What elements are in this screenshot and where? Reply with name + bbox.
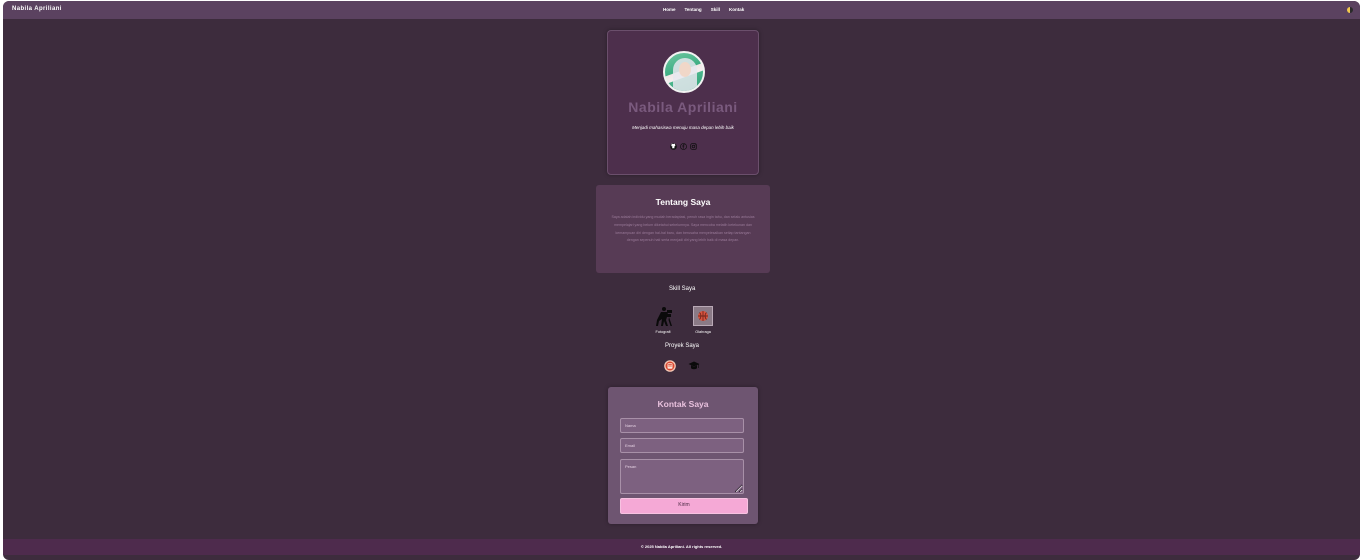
nav-kontak[interactable]: Kontak <box>729 7 744 12</box>
nav-home[interactable]: Home <box>663 7 676 12</box>
graduation-cap-icon[interactable] <box>688 359 700 371</box>
name-field[interactable] <box>620 418 744 433</box>
submit-button[interactable]: Kirim <box>620 498 748 514</box>
basketball-icon <box>693 306 713 326</box>
avatar <box>663 51 705 93</box>
facebook-icon[interactable] <box>680 143 687 150</box>
nav-skill[interactable]: Skill <box>711 7 720 12</box>
about-title: Tentang Saya <box>655 197 711 207</box>
github-icon[interactable] <box>670 143 677 150</box>
footer: © 2025 Nabila Apriliani. All rights rese… <box>3 539 1360 555</box>
brand-logo[interactable]: Nabila Apriliani <box>12 6 62 12</box>
camera-person-icon <box>653 306 673 326</box>
social-links <box>670 143 697 150</box>
skill-label: Fotografi <box>655 330 671 334</box>
email-field[interactable] <box>620 438 744 453</box>
skill-item: Fotografi <box>648 306 678 334</box>
profile-tagline: Menjadi mahasiswa menuju masa depan lebi… <box>632 125 734 130</box>
footer-text: © 2025 Nabila Apriliani. All rights rese… <box>640 544 723 549</box>
about-text: Saya adalah individu yang mudah beradapt… <box>611 215 755 243</box>
skill-label: Olahraga <box>695 330 711 334</box>
projects-title: Proyek Saya <box>665 343 700 349</box>
skill-item: Olahraga <box>688 306 718 334</box>
message-field[interactable] <box>620 459 744 494</box>
nav-tentang[interactable]: Tentang <box>685 7 702 12</box>
skills-title: Skill Saya <box>669 286 696 292</box>
nav-links: Home Tentang Skill Kontak <box>663 7 744 12</box>
page: Nabila Apriliani Home Tentang Skill Kont… <box>3 1 1360 560</box>
about-section: Tentang Saya Saya adalah individu yang m… <box>596 185 770 273</box>
profile-card: Nabila Apriliani Menjadi mahasiswa menuj… <box>607 30 759 175</box>
app-project-icon[interactable] <box>664 359 676 372</box>
contact-section: Kontak Saya Kirim <box>608 387 758 524</box>
theme-toggle-icon[interactable] <box>1347 7 1353 13</box>
contact-title: Kontak Saya <box>657 399 709 409</box>
profile-name: Nabila Apriliani <box>628 99 738 115</box>
instagram-icon[interactable] <box>690 143 697 150</box>
navbar: Nabila Apriliani Home Tentang Skill Kont… <box>3 1 1360 19</box>
